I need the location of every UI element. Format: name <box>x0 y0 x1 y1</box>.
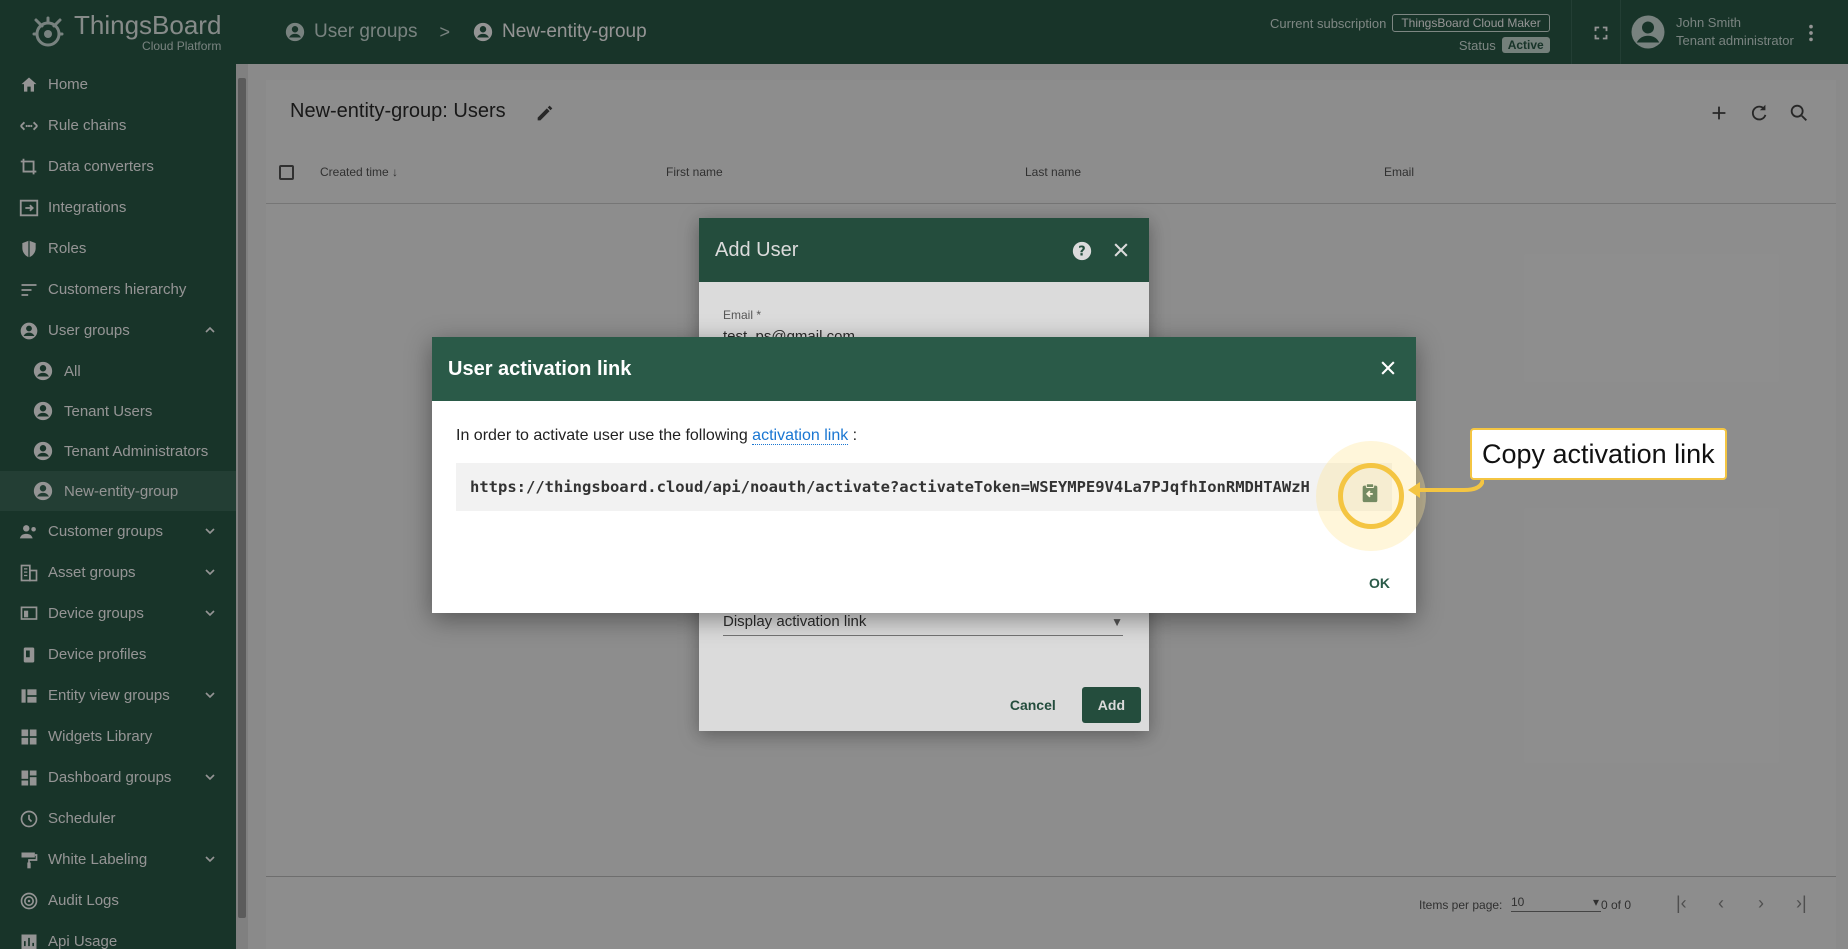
activation-link[interactable]: activation link <box>752 427 849 445</box>
ok-button[interactable]: OK <box>1361 569 1398 597</box>
activation-url-box: https://thingsboard.cloud/api/noauth/act… <box>456 463 1392 511</box>
activation-link-header: User activation link <box>432 337 1416 401</box>
activation-link-dialog: User activation link In order to activat… <box>432 337 1416 613</box>
activation-instructions: In order to activate user use the follow… <box>456 427 1392 445</box>
instruction-text: In order to activate user use the follow… <box>456 427 748 444</box>
activation-url: https://thingsboard.cloud/api/noauth/act… <box>470 478 1310 496</box>
close-icon[interactable] <box>1378 358 1398 378</box>
instruction-text-end: : <box>852 427 858 444</box>
callout-copy-activation-link: Copy activation link <box>1470 428 1727 480</box>
highlight-ring <box>1338 463 1404 529</box>
dialog-title: User activation link <box>448 357 632 380</box>
